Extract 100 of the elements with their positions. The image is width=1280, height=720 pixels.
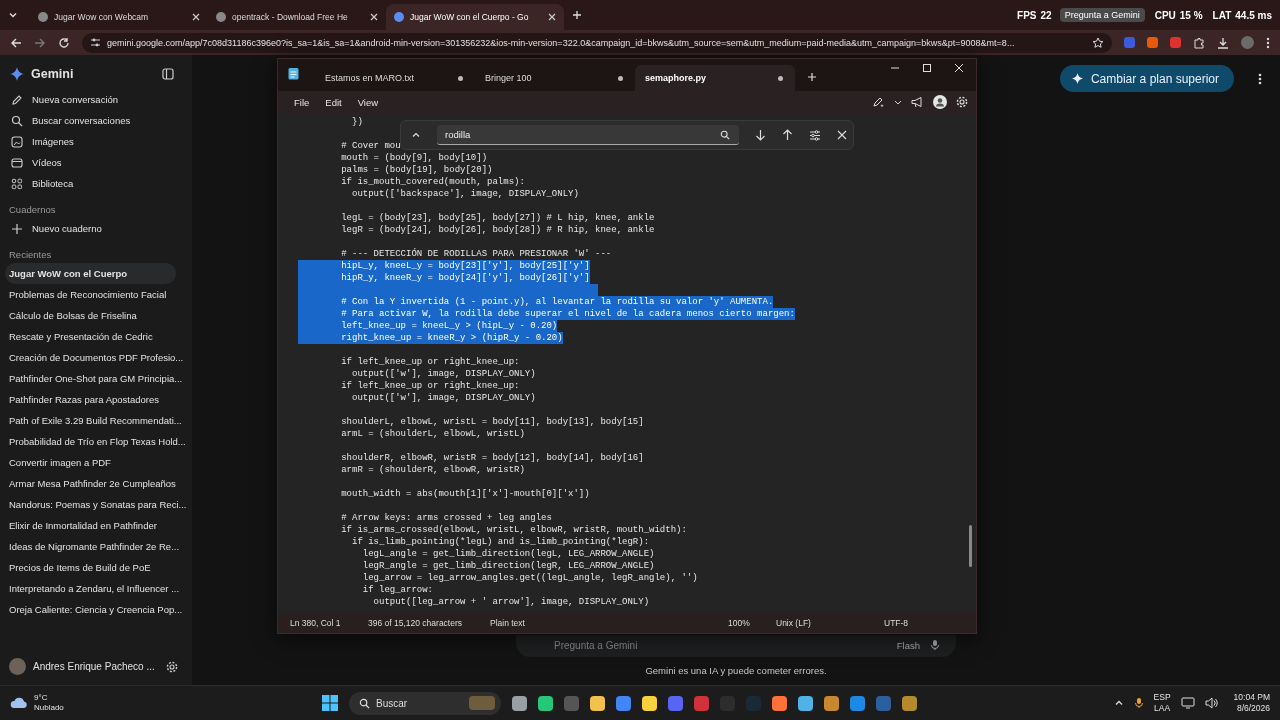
megaphone-icon[interactable]	[911, 96, 924, 108]
taskbar-search-field[interactable]: Buscar	[349, 691, 501, 715]
options-icon[interactable]	[809, 129, 821, 141]
network-icon[interactable]	[1180, 697, 1195, 709]
code-line: # Arrow keys: arms crossed + leg angles	[340, 512, 552, 524]
conversation-item[interactable]: Convertir imagen a PDF	[9, 452, 184, 473]
maximize-icon[interactable]	[922, 63, 932, 73]
download-icon[interactable]	[1217, 36, 1229, 49]
app-icon[interactable]	[694, 695, 709, 711]
section-heading: Recientes	[9, 249, 53, 260]
conversation-item[interactable]: Precios de Items de Build de PoE	[9, 557, 184, 578]
sidebar-menu-item[interactable]: Biblioteca	[9, 173, 184, 194]
favicon-icon	[394, 12, 404, 22]
address-bar[interactable]: gemini.google.com/app/7c08d31186c396e0?is_sa=1&is_sa=1&android-min-version=301356232&ios-min-version=322.0&campaign_id=bkws&utm_source=sem&utm_medium=paid-media&utm_campaign=bkws&pt=9008&mt=8...	[82, 32, 1112, 53]
more-icon[interactable]	[1258, 72, 1262, 85]
reload-icon[interactable]	[58, 36, 70, 49]
arrow-down-icon[interactable]	[755, 129, 766, 141]
more-icon[interactable]	[1266, 36, 1270, 49]
code-line: output(['w'], image, DISPLAY_ONLY)	[351, 368, 536, 380]
prompt-field[interactable]: Pregunta a Gemini Flash	[516, 635, 956, 657]
stat-label: CPU	[1154, 9, 1176, 21]
browser-tab[interactable]: Jugar WoW con el Cuerpo - Go	[386, 4, 564, 30]
microphone-icon[interactable]	[1133, 697, 1144, 709]
app-icon[interactable]	[668, 695, 683, 711]
model-selector[interactable]: Flash	[896, 639, 920, 651]
code-line: output([leg_arrow + ' arrow'], image, DISPLAY_ONLY)	[372, 596, 650, 608]
find-field[interactable]: rodilla	[437, 125, 739, 145]
settings-icon[interactable]	[956, 96, 968, 108]
chevron-up-icon[interactable]	[1113, 698, 1124, 708]
extension-icon[interactable]	[1147, 37, 1158, 48]
conversation-item[interactable]: Probabilidad de Trío en Flop Texas Hold...	[9, 431, 184, 452]
sidebar-menu-item[interactable]: Buscar conversaciones	[9, 110, 184, 131]
chevron-down-icon[interactable]	[8, 10, 18, 20]
close-icon[interactable]	[370, 13, 378, 21]
browser-tab[interactable]: Jugar Wow con Webcam	[30, 4, 208, 30]
speaker-icon[interactable]	[1204, 697, 1218, 709]
browser-tab[interactable]: opentrack - Download Free He	[208, 4, 386, 30]
conversation-item[interactable]: Oreja Caliente: Ciencia y Creencia Pop...	[9, 599, 184, 620]
app-icon[interactable]	[824, 695, 839, 711]
close-icon[interactable]	[837, 130, 847, 140]
close-icon[interactable]	[548, 13, 556, 21]
chevron-down-icon[interactable]	[894, 98, 902, 106]
conversation-item[interactable]: Path of Exile 3.29 Build Recommendati...	[9, 410, 184, 431]
close-icon[interactable]	[954, 63, 964, 73]
menu-item[interactable]: File	[286, 96, 318, 108]
code-line: shoulderR, elbowR, wristR = body[12], body[14], body[16]	[340, 452, 644, 464]
new-tab-icon[interactable]	[572, 10, 582, 20]
new-tab-icon[interactable]	[807, 72, 817, 82]
conversation-item[interactable]: Nandorus: Poemas y Sonatas para Reci...	[9, 494, 184, 515]
chevron-up-icon[interactable]	[411, 130, 421, 140]
conversation-item[interactable]: Rescate y Presentación de Cedric	[9, 326, 184, 347]
language-indicator[interactable]: ESP LAA	[1153, 692, 1171, 714]
settings-icon[interactable]	[166, 660, 178, 673]
microphone-icon[interactable]	[930, 639, 940, 651]
menu-item[interactable]: Edit	[317, 96, 350, 108]
conversation-item[interactable]: Armar Mesa Pathfinder 2e Cumpleaños	[9, 473, 184, 494]
conversation-item[interactable]: Problemas de Reconocimiento Facial	[9, 284, 184, 305]
sidebar-menu-item[interactable]: Nueva conversación	[9, 89, 184, 110]
new-notebook-button[interactable]: Nuevo cuaderno	[9, 218, 184, 239]
avatar-icon[interactable]	[1241, 36, 1254, 49]
file-tab[interactable]: Estamos en MARO.txt	[315, 65, 475, 91]
app-icon[interactable]	[538, 695, 553, 711]
back-icon[interactable]	[10, 36, 22, 49]
puzzle-icon[interactable]	[1193, 36, 1205, 49]
prompt-input[interactable]: Pregunta a Gemini	[554, 639, 887, 651]
conversation-item[interactable]: Interpretando a Zendaru, el Influencer ...	[9, 578, 184, 599]
extension-icon[interactable]	[1170, 37, 1181, 48]
app-icon[interactable]	[902, 695, 917, 711]
conversation-item[interactable]: Creación de Documentos PDF Profesio...	[9, 347, 184, 368]
sidebar-menu-item[interactable]: Vídeos	[9, 152, 184, 173]
windows-logo-icon[interactable]	[322, 695, 338, 711]
sidebar-toggle-icon[interactable]	[162, 68, 174, 80]
clock[interactable]: 10:04 PM 8/6/2026	[1233, 692, 1270, 714]
code-line: output(['w'], image, DISPLAY_ONLY)	[351, 392, 536, 404]
upgrade-button[interactable]: Cambiar a plan superior	[1059, 65, 1234, 92]
sidebar-menu-item[interactable]: Imágenes	[9, 131, 184, 152]
conversation-item[interactable]: Jugar WoW con el Cuerpo	[5, 263, 176, 284]
forward-icon[interactable]	[34, 36, 46, 49]
code-line: # Cover mou	[340, 140, 401, 152]
star-icon[interactable]	[1092, 36, 1104, 49]
menu-item[interactable]: View	[349, 96, 387, 108]
code-line: mouth = (body[9], body[10])	[340, 152, 488, 164]
file-tab[interactable]: Bringer 100	[475, 65, 635, 91]
pen-sparkle-icon[interactable]	[872, 96, 885, 108]
account-icon[interactable]	[933, 95, 947, 109]
temperature: 9°C	[34, 693, 49, 703]
conversation-item[interactable]: Ideas de Nigromante Pathfinder 2e Re...	[9, 536, 184, 557]
scrollbar-thumb[interactable]	[969, 525, 972, 567]
site-info-icon[interactable]	[90, 37, 101, 48]
conversation-item[interactable]: Cálculo de Bolsas de Friselina	[9, 305, 184, 326]
extension-icon[interactable]	[1124, 37, 1135, 48]
app-icon[interactable]	[850, 695, 865, 711]
conversation-item[interactable]: Pathfinder One-Shot para GM Principia...	[9, 368, 184, 389]
conversation-item[interactable]: Pathfinder Razas para Apostadores	[9, 389, 184, 410]
tooltip: Pregunta a Gemini	[1059, 8, 1145, 22]
close-icon[interactable]	[192, 13, 200, 21]
conversation-item[interactable]: Elixir de Inmortalidad en Pathfinder	[9, 515, 184, 536]
avatar-icon[interactable]	[9, 658, 26, 675]
arrow-up-icon[interactable]	[782, 129, 793, 141]
file-tab[interactable]: semaphore.py	[635, 65, 795, 91]
